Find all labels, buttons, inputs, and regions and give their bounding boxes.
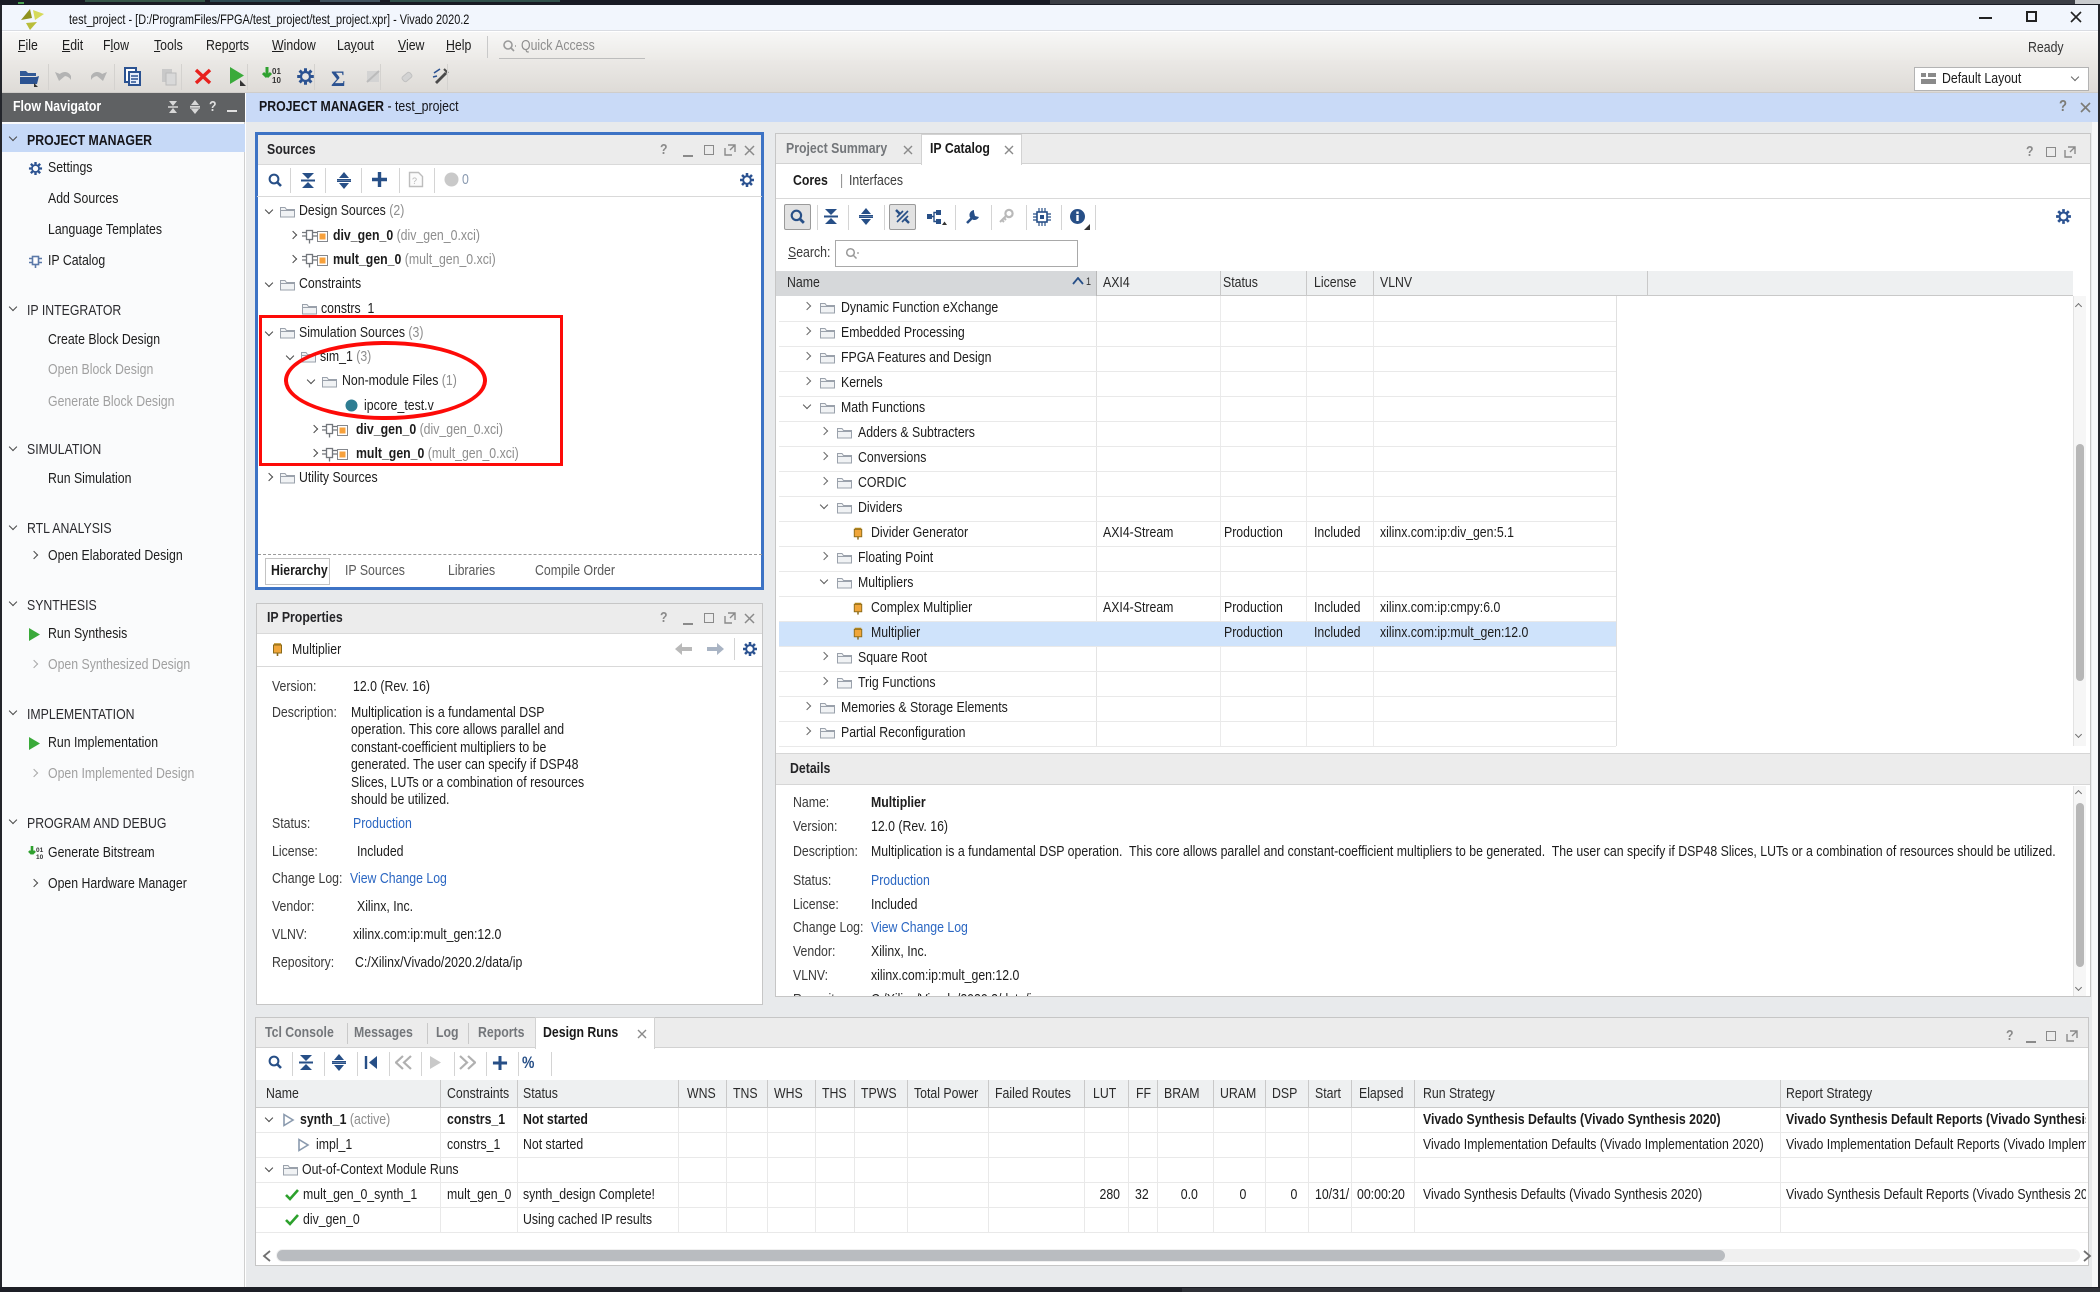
svg-text:?: ? [412,176,417,186]
svg-text:01: 01 [36,847,44,854]
svg-text:01: 01 [272,67,281,76]
svg-text:10: 10 [272,76,281,85]
svg-text:10: 10 [36,854,44,861]
